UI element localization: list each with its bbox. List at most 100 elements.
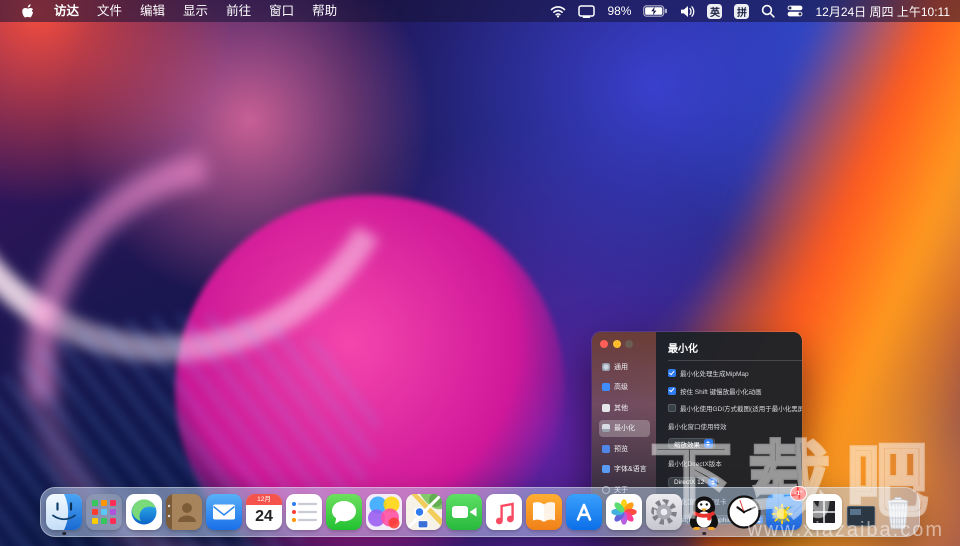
dock-item-app-store[interactable]: [565, 489, 603, 535]
weather-temperature-badge: -1°: [790, 486, 807, 501]
dock-item-messages[interactable]: [325, 489, 363, 535]
sidebar-item-preview[interactable]: 预览: [599, 440, 650, 457]
close-button[interactable]: [600, 340, 608, 348]
contacts-icon: [166, 494, 202, 530]
running-indicator: [62, 531, 66, 535]
checkbox-unchecked-icon[interactable]: [668, 404, 676, 412]
dock-item-photos[interactable]: [605, 489, 643, 535]
checkbox-checked-icon[interactable]: [668, 386, 676, 395]
checkbox-label: 最小化使用GDI方式截图(适用于最小化黑屏): [680, 406, 802, 413]
mail-icon: [206, 494, 242, 530]
dock-item-finder[interactable]: [45, 489, 83, 535]
menu-window[interactable]: 窗口: [260, 0, 303, 22]
dock-item-qq[interactable]: [685, 489, 723, 535]
sidebar-item-minimize[interactable]: 最小化: [599, 419, 650, 437]
dock-item-system-preferences[interactable]: [645, 489, 683, 535]
apple-logo-icon: [22, 3, 34, 17]
sidebar-item-label: 其他: [614, 404, 628, 412]
preview-icon: [602, 444, 610, 453]
menu-view[interactable]: 显示: [174, 0, 217, 22]
dock-item-contacts[interactable]: [165, 489, 203, 535]
sidebar-item-other[interactable]: 其他: [599, 399, 650, 416]
edge-browser-icon: [126, 494, 162, 530]
gear-settings-icon: [646, 494, 682, 530]
menu-bar-clock[interactable]: 12月24日 周四 上午10:11: [815, 3, 950, 20]
checkbox-label: 最小化处理生成MipMap: [680, 371, 749, 378]
desktop: 访达 文件 编辑 显示 前往 窗口 帮助 98% 英 拼 12月24日 周四 上…: [0, 0, 960, 546]
minimize-button[interactable]: [612, 340, 621, 348]
menu-file[interactable]: 文件: [88, 0, 131, 22]
books-icon: [526, 494, 562, 530]
zoom-button[interactable]: [625, 340, 633, 348]
menu-help[interactable]: 帮助: [303, 0, 346, 22]
sidebar-item-fonts-language[interactable]: 字体&语言: [599, 461, 650, 478]
menu-bar: 访达 文件 编辑 显示 前往 窗口 帮助 98% 英 拼 12月24日 周四 上…: [0, 0, 960, 22]
field-label: 最小化DirectX版本: [668, 461, 722, 468]
divider: [668, 360, 802, 361]
running-indicator: [702, 531, 706, 535]
menu-edit[interactable]: 编辑: [131, 0, 174, 22]
stepper-arrows-icon: [708, 478, 717, 487]
maps-icon: [406, 494, 442, 530]
dock-item-minimized-window[interactable]: [845, 489, 877, 535]
game-center-icon: [366, 494, 402, 530]
dock-item-edge[interactable]: [125, 489, 163, 535]
dock-item-game-center[interactable]: [365, 489, 403, 535]
dock-item-mail[interactable]: [205, 489, 243, 535]
minimized-window-thumbnail: [847, 506, 875, 526]
battery-charging-icon[interactable]: [643, 5, 668, 17]
dock-item-facetime[interactable]: [445, 489, 483, 535]
sidebar-item-label: 字体&语言: [614, 466, 647, 473]
window-controls: [600, 340, 650, 348]
sidebar-item-general[interactable]: 通用: [599, 358, 650, 375]
menu-go[interactable]: 前往: [217, 0, 260, 22]
control-center-icon[interactable]: [787, 5, 803, 17]
app-store-icon: [566, 494, 602, 530]
input-source-english-badge[interactable]: 英: [707, 3, 723, 19]
checkbox-checked-icon[interactable]: [668, 369, 676, 377]
display-mirroring-icon[interactable]: [578, 4, 596, 18]
dock-item-weather[interactable]: -1°: [765, 486, 807, 535]
reminders-icon: [286, 494, 322, 530]
input-source-pinyin-badge[interactable]: 拼: [734, 3, 750, 19]
calendar-month: 12月: [246, 494, 282, 505]
field-directx-version: 最小化DirectX版本 DirectX 12: [668, 458, 802, 489]
dock-item-windows-start[interactable]: [805, 489, 843, 535]
sidebar-item-label: 通用: [614, 363, 628, 371]
search-icon[interactable]: [761, 4, 776, 18]
qq-icon: [686, 494, 722, 530]
checkbox-label: 按住 Shift 键慢放最小化动画: [680, 388, 762, 396]
square-icon: [602, 403, 610, 412]
menu-bar-left: 访达 文件 编辑 显示 前往 窗口 帮助: [0, 0, 346, 22]
photos-icon: [606, 494, 642, 530]
dock-item-clock[interactable]: [725, 489, 763, 535]
field-minimize-effect: 最小化窗口使用特效 缩放效果: [668, 421, 802, 452]
sidebar-item-label: 最小化: [614, 425, 635, 432]
checkbox-row-mipmap: 最小化处理生成MipMap: [668, 368, 802, 378]
wifi-icon[interactable]: [550, 5, 566, 18]
volume-icon[interactable]: [680, 5, 695, 18]
dock-item-books[interactable]: [525, 489, 563, 535]
dock-item-launchpad[interactable]: [85, 489, 123, 535]
apple-menu[interactable]: [12, 3, 45, 19]
window-icon: [602, 424, 610, 432]
sidebar-item-label: 预览: [614, 445, 628, 453]
minimize-effect-select[interactable]: 缩放效果: [668, 438, 715, 449]
menu-app-name[interactable]: 访达: [45, 0, 88, 22]
battery-percent: 98%: [607, 4, 632, 18]
stepper-arrows-icon: [704, 439, 713, 448]
launchpad-icon: [86, 494, 122, 530]
dock-item-reminders[interactable]: [285, 489, 323, 535]
dock-item-music[interactable]: [485, 489, 523, 535]
sidebar-item-label: 高级: [614, 384, 628, 391]
dock: 12月 24 -1°: [40, 486, 920, 537]
dock-item-maps[interactable]: [405, 489, 443, 535]
wrench-icon: [602, 383, 610, 391]
checkbox-row-gdi-capture: 最小化使用GDI方式截图(适用于最小化黑屏): [668, 403, 802, 413]
calendar-day: 24: [255, 508, 273, 525]
menu-bar-status: 98% 英 拼 12月24日 周四 上午10:11: [550, 3, 960, 20]
windows-logo-icon: [806, 494, 842, 530]
dock-item-trash[interactable]: [879, 489, 917, 535]
dock-item-calendar[interactable]: 12月 24: [245, 489, 283, 535]
sidebar-item-advanced[interactable]: 高级: [599, 379, 650, 396]
